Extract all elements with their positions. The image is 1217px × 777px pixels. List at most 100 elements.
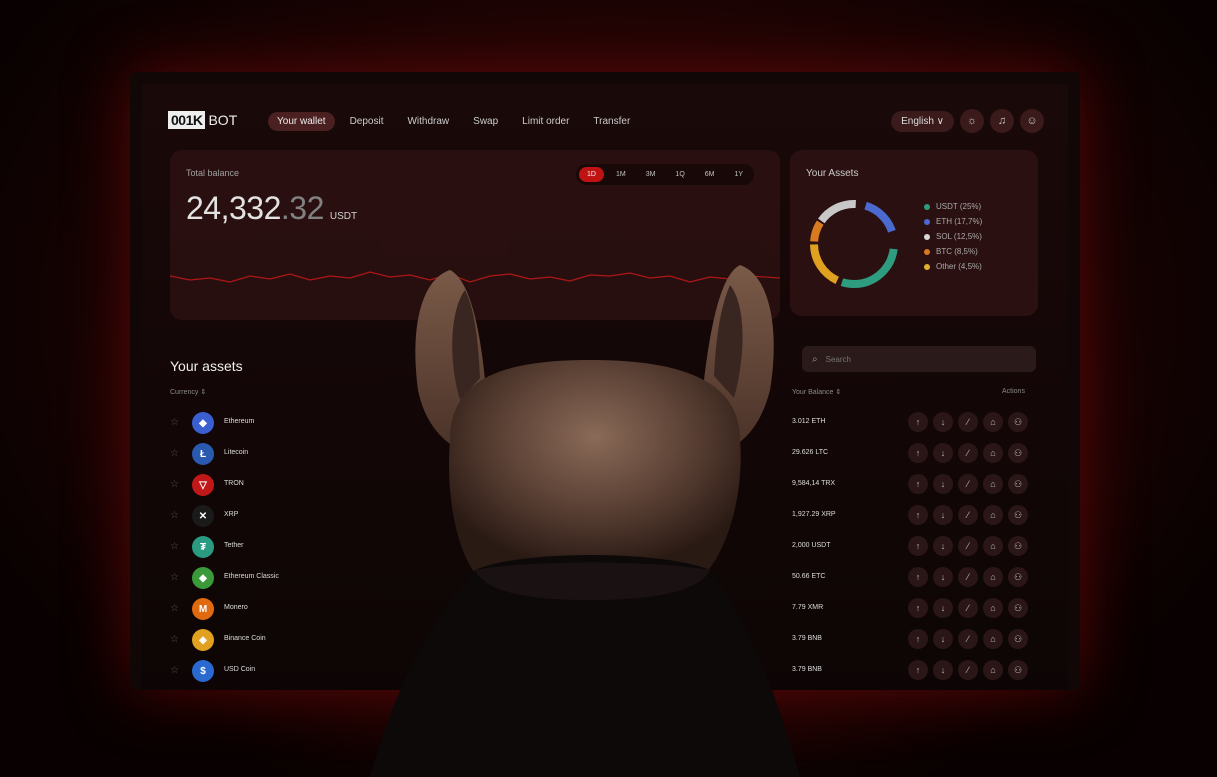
send-icon[interactable]: ↑: [908, 598, 928, 618]
sun-icon[interactable]: ☼: [960, 109, 984, 133]
coin-name: Tether: [224, 542, 244, 549]
period-6m[interactable]: 6M: [697, 167, 723, 182]
favorite-star-icon[interactable]: ☆: [170, 448, 179, 459]
topbar-controls: English ∨ ☼ ♫ ☺: [891, 109, 1044, 133]
nav-item-your-wallet[interactable]: Your wallet: [268, 112, 335, 131]
coin-name: Litecoin: [224, 449, 249, 456]
swap-icon[interactable]: ⁄: [958, 505, 978, 525]
coin-name: TRON: [224, 480, 244, 487]
receive-icon[interactable]: ↓: [933, 505, 953, 525]
swap-icon[interactable]: ⁄: [958, 474, 978, 494]
nav-item-swap[interactable]: Swap: [464, 112, 507, 131]
legend-item: BTC (8,5%): [924, 247, 982, 256]
bell-icon[interactable]: ♫: [990, 109, 1014, 133]
swap-icon[interactable]: ⁄: [958, 598, 978, 618]
period-1y[interactable]: 1Y: [727, 167, 752, 182]
legend-item: Other (4,5%): [924, 262, 982, 271]
limit-order-icon[interactable]: ⌂: [983, 598, 1003, 618]
favorite-star-icon[interactable]: ☆: [170, 417, 179, 428]
swap-icon[interactable]: ⁄: [958, 443, 978, 463]
logo[interactable]: 001K BOT: [168, 111, 237, 129]
logo-text: BOT: [208, 112, 238, 128]
limit-order-icon[interactable]: ⌂: [983, 567, 1003, 587]
limit-order-icon[interactable]: ⌂: [983, 505, 1003, 525]
total-balance-label: Total balance: [186, 168, 240, 178]
nav-item-transfer[interactable]: Transfer: [584, 112, 639, 131]
period-1q[interactable]: 1Q: [667, 167, 692, 182]
transfer-icon[interactable]: ⚇: [1008, 536, 1028, 556]
row-actions: ↑ ↓ ⁄ ⌂ ⚇: [908, 505, 1028, 525]
limit-order-icon[interactable]: ⌂: [983, 660, 1003, 680]
limit-order-icon[interactable]: ⌂: [983, 536, 1003, 556]
receive-icon[interactable]: ↓: [933, 567, 953, 587]
transfer-icon[interactable]: ⚇: [1008, 443, 1028, 463]
swap-icon[interactable]: ⁄: [958, 660, 978, 680]
currency-column-header[interactable]: Currency ⇕: [170, 388, 206, 396]
send-icon[interactable]: ↑: [908, 474, 928, 494]
limit-order-icon[interactable]: ⌂: [983, 443, 1003, 463]
transfer-icon[interactable]: ⚇: [1008, 567, 1028, 587]
row-actions: ↑ ↓ ⁄ ⌂ ⚇: [908, 443, 1028, 463]
transfer-icon[interactable]: ⚇: [1008, 629, 1028, 649]
send-icon[interactable]: ↑: [908, 443, 928, 463]
send-icon[interactable]: ↑: [908, 629, 928, 649]
swap-icon[interactable]: ⁄: [958, 536, 978, 556]
limit-order-icon[interactable]: ⌂: [983, 474, 1003, 494]
assets-summary-title: Your Assets: [806, 168, 859, 179]
coin-name: Ethereum: [224, 418, 255, 425]
coin-name: Ethereum Classic: [224, 573, 279, 580]
period-1m[interactable]: 1M: [608, 167, 634, 182]
receive-icon[interactable]: ↓: [933, 474, 953, 494]
favorite-star-icon[interactable]: ☆: [170, 665, 179, 676]
send-icon[interactable]: ↑: [908, 567, 928, 587]
nav-item-limit-order[interactable]: Limit order: [513, 112, 578, 131]
favorite-star-icon[interactable]: ☆: [170, 541, 179, 552]
user-icon[interactable]: ☺: [1020, 109, 1044, 133]
receive-icon[interactable]: ↓: [933, 660, 953, 680]
legend-item: SOL (12,5%): [924, 232, 982, 241]
transfer-icon[interactable]: ⚇: [1008, 505, 1028, 525]
balance-unit: USDT: [329, 211, 358, 222]
receive-icon[interactable]: ↓: [933, 412, 953, 432]
receive-icon[interactable]: ↓: [933, 536, 953, 556]
transfer-icon[interactable]: ⚇: [1008, 412, 1028, 432]
legend-dot: [924, 233, 930, 240]
send-icon[interactable]: ↑: [908, 412, 928, 432]
swap-icon[interactable]: ⁄: [958, 567, 978, 587]
transfer-icon[interactable]: ⚇: [1008, 598, 1028, 618]
limit-order-icon[interactable]: ⌂: [983, 629, 1003, 649]
nav-item-deposit[interactable]: Deposit: [341, 112, 393, 131]
coin-icon: $: [192, 660, 214, 682]
coin-icon: ▽: [192, 474, 214, 496]
coin-name: XRP: [224, 511, 239, 518]
receive-icon[interactable]: ↓: [933, 629, 953, 649]
send-icon[interactable]: ↑: [908, 660, 928, 680]
nav-item-withdraw[interactable]: Withdraw: [398, 112, 458, 131]
send-icon[interactable]: ↑: [908, 536, 928, 556]
row-actions: ↑ ↓ ⁄ ⌂ ⚇: [908, 598, 1028, 618]
period-1d[interactable]: 1D: [579, 167, 604, 182]
transfer-icon[interactable]: ⚇: [1008, 474, 1028, 494]
receive-icon[interactable]: ↓: [933, 598, 953, 618]
legend-dot: [924, 203, 930, 210]
row-actions: ↑ ↓ ⁄ ⌂ ⚇: [908, 536, 1028, 556]
language-select[interactable]: English ∨: [891, 110, 954, 132]
balance-decimal: .32: [280, 190, 324, 226]
favorite-star-icon[interactable]: ☆: [170, 479, 179, 490]
send-icon[interactable]: ↑: [908, 505, 928, 525]
transfer-icon[interactable]: ⚇: [1008, 660, 1028, 680]
row-actions: ↑ ↓ ⁄ ⌂ ⚇: [908, 567, 1028, 587]
legend-label: BTC (8,5%): [936, 247, 978, 256]
row-actions: ↑ ↓ ⁄ ⌂ ⚇: [908, 660, 1028, 680]
favorite-star-icon[interactable]: ☆: [170, 634, 179, 645]
legend-dot: [924, 218, 930, 225]
receive-icon[interactable]: ↓: [933, 443, 953, 463]
swap-icon[interactable]: ⁄: [958, 412, 978, 432]
favorite-star-icon[interactable]: ☆: [170, 603, 179, 614]
limit-order-icon[interactable]: ⌂: [983, 412, 1003, 432]
favorite-star-icon[interactable]: ☆: [170, 510, 179, 521]
favorite-star-icon[interactable]: ☆: [170, 572, 179, 583]
period-3m[interactable]: 3M: [638, 167, 664, 182]
swap-icon[interactable]: ⁄: [958, 629, 978, 649]
legend-item: USDT (25%): [924, 202, 982, 211]
